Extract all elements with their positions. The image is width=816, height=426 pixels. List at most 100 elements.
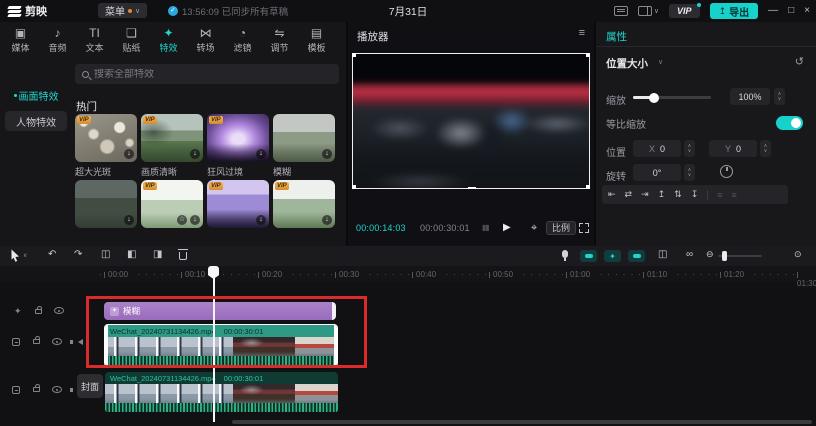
tab-template[interactable]: ▤模板	[298, 22, 335, 59]
position-y-field[interactable]: Y0	[709, 140, 757, 157]
download-icon[interactable]: ↓	[124, 215, 134, 225]
timeline-zoom-out-icon[interactable]: ⊖	[706, 249, 714, 260]
resize-handle-bottom[interactable]	[468, 187, 476, 189]
download-icon[interactable]: ↓	[124, 149, 134, 159]
effect-card-clarity[interactable]: VIP ↓	[141, 114, 203, 162]
minimize-button[interactable]: —	[768, 0, 778, 22]
tab-sticker[interactable]: ❏贴纸	[113, 22, 150, 59]
download-icon[interactable]: ↓	[190, 215, 200, 225]
effect-card[interactable]: VIP ↓	[207, 180, 269, 228]
play-button[interactable]: ▶	[503, 222, 511, 233]
position-x-stepper[interactable]: ∧∨	[684, 140, 695, 157]
effect-clip-blur[interactable]: ✦ 模糊	[104, 302, 336, 320]
tab-text[interactable]: TI文本	[76, 22, 113, 59]
select-tool-caret[interactable]: ∨	[23, 252, 27, 259]
download-icon[interactable]: ↓	[256, 149, 266, 159]
select-tool-icon[interactable]	[10, 249, 21, 262]
trim-right-icon[interactable]: ◨	[153, 249, 162, 260]
video-clip-selected[interactable]: WeChat_20240731134426.mp4 00:00:30:01	[104, 324, 338, 367]
ratio-button[interactable]: 比例	[546, 221, 576, 235]
tab-effects[interactable]: ✦特效	[150, 22, 187, 59]
linkage-icon[interactable]	[628, 250, 645, 262]
align-left-icon[interactable]: ⇤	[608, 189, 616, 200]
sidebar-item-screen-effects[interactable]: 画面特效	[5, 85, 67, 105]
split-icon[interactable]: ◫	[101, 249, 110, 260]
scale-value[interactable]: 100%	[730, 88, 770, 105]
align-v-center-icon[interactable]: ⇅	[674, 189, 682, 200]
video-clip-main[interactable]: WeChat_20240731134426.mp4 00:00:30:01	[105, 372, 338, 413]
scale-stepper[interactable]: ∧ ∨	[774, 88, 785, 105]
effect-card[interactable]: VIP ↓	[273, 180, 335, 228]
download-icon[interactable]: ↓	[256, 215, 266, 225]
scale-slider-knob[interactable]	[649, 93, 659, 103]
delete-icon[interactable]	[179, 252, 187, 260]
stepper-down-icon[interactable]: ∨	[778, 97, 782, 102]
download-icon[interactable]: ↓	[190, 149, 200, 159]
sidebar-item-character-effects[interactable]: 人物特效	[5, 111, 67, 131]
trim-left-icon[interactable]: ◧	[127, 249, 136, 260]
resize-handle-tl[interactable]	[352, 53, 356, 57]
resize-handle-br[interactable]	[586, 185, 590, 189]
effect-card-storm[interactable]: VIP ↓	[207, 114, 269, 162]
timeline-zoom-slider[interactable]	[718, 255, 762, 257]
focus-tracking-icon[interactable]: ⌖	[531, 222, 537, 235]
keyboard-shortcuts-icon[interactable]	[614, 6, 628, 16]
position-x-field[interactable]: X0	[633, 140, 681, 157]
rotation-stepper[interactable]: ∧∨	[684, 164, 695, 181]
fullscreen-icon[interactable]	[579, 223, 589, 233]
menu-button[interactable]: 菜单 ∨	[98, 3, 147, 18]
resize-handle-bl[interactable]	[352, 185, 356, 189]
resize-handle-tr[interactable]	[586, 53, 590, 57]
preview-video[interactable]	[352, 53, 590, 189]
layout-switch-button[interactable]: ∨	[638, 6, 659, 16]
visibility-icon[interactable]	[52, 386, 62, 393]
mute-icon[interactable]	[78, 339, 83, 345]
position-y-stepper[interactable]: ∧∨	[760, 140, 771, 157]
undo-icon[interactable]: ↶	[48, 249, 56, 260]
visibility-icon[interactable]	[52, 338, 62, 345]
redo-icon[interactable]: ↷	[74, 249, 82, 260]
tab-media[interactable]: ▣媒体	[2, 22, 39, 59]
close-button[interactable]: ×	[804, 0, 810, 22]
lock-icon[interactable]	[35, 309, 42, 314]
split-view-icon[interactable]: ◫	[658, 249, 667, 260]
scale-slider[interactable]	[633, 96, 711, 99]
timeline-scrollbar[interactable]	[232, 420, 812, 424]
maximize-button[interactable]: □	[788, 0, 794, 22]
tab-transition[interactable]: ⋈转场	[187, 22, 224, 59]
timeline-zoom-knob[interactable]	[722, 251, 727, 261]
download-icon[interactable]: ↓	[322, 215, 332, 225]
tab-adjust[interactable]: ⇋调节	[261, 22, 298, 59]
rotation-dial-icon[interactable]	[720, 165, 733, 178]
download-icon[interactable]: ↓	[322, 149, 332, 159]
export-button[interactable]: ↥ 导出	[710, 3, 759, 19]
search-input[interactable]	[94, 69, 332, 80]
align-top-icon[interactable]: ↥	[658, 189, 666, 200]
preview-axis-icon[interactable]: ∞	[686, 249, 693, 260]
lock-icon[interactable]	[33, 387, 40, 392]
uniform-scale-toggle[interactable]	[776, 116, 803, 130]
section-position-size[interactable]: 位置大小	[606, 56, 648, 71]
playhead-line[interactable]	[213, 266, 215, 422]
cover-button[interactable]: 封面	[77, 374, 103, 398]
effect-card-blur[interactable]: ↓	[273, 114, 335, 162]
pause-icon[interactable]: ▮▮	[482, 223, 489, 232]
record-voiceover-icon[interactable]	[562, 250, 568, 258]
rotation-field[interactable]: 0°	[633, 164, 681, 181]
reset-icon[interactable]: ↺	[795, 55, 804, 68]
tab-filter[interactable]: ◔滤镜	[224, 22, 261, 59]
vip-badge[interactable]: VIP	[669, 4, 700, 18]
timeline-ruler[interactable]: 00:00 00:10 00:20 00:30 00:40 00:50 01:0…	[0, 266, 816, 282]
favorite-star-icon[interactable]: ☆	[177, 215, 187, 225]
effect-card[interactable]: ↓	[75, 180, 137, 228]
align-right-icon[interactable]: ⇥	[641, 189, 649, 200]
player-menu-icon[interactable]: ≡	[579, 27, 585, 39]
lock-icon[interactable]	[33, 339, 40, 344]
auto-snap-icon[interactable]: ✦	[604, 250, 621, 262]
align-bottom-icon[interactable]: ↧	[691, 189, 699, 200]
effect-card-bokeh[interactable]: VIP ↓	[75, 114, 137, 162]
timeline-zoom-fit-icon[interactable]: ⊙	[794, 249, 802, 260]
effect-card[interactable]: VIP ☆ ↓	[141, 180, 203, 228]
visibility-icon[interactable]	[54, 307, 64, 314]
align-h-center-icon[interactable]: ⇄	[625, 189, 633, 200]
